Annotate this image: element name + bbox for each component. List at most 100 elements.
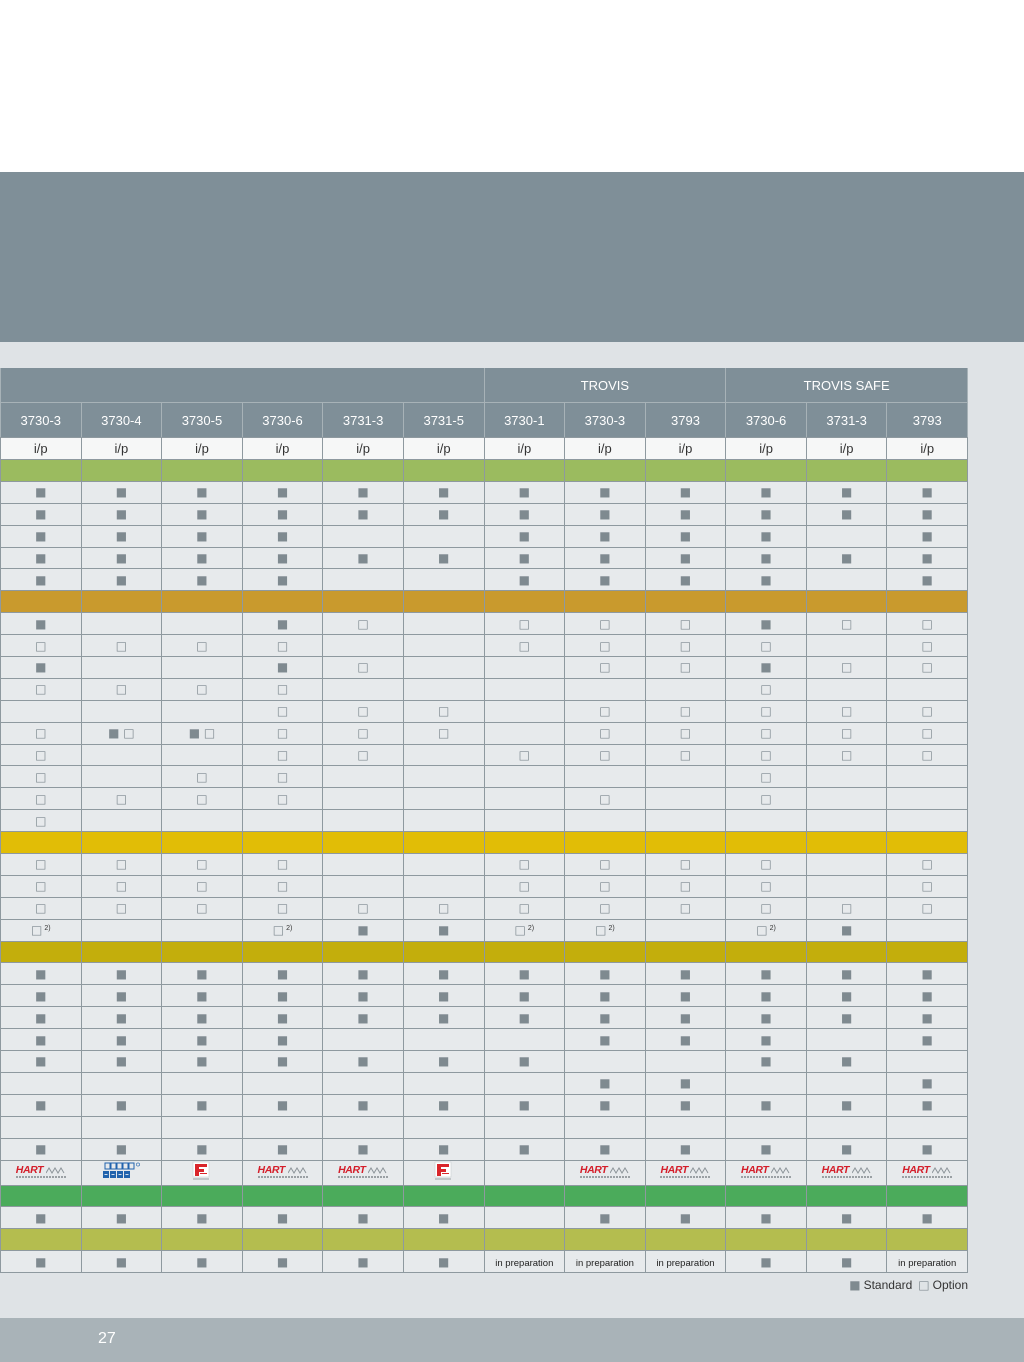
table-cell: □ [0, 634, 82, 658]
option-mark: □ [679, 879, 692, 894]
standard-mark: ■ [196, 1254, 208, 1269]
table-cell [322, 1028, 404, 1052]
section-band-2 [0, 590, 969, 614]
hart-logo-waves [287, 1167, 306, 1175]
table-cell [402, 1071, 485, 1095]
table-cell: ■ [402, 1050, 485, 1073]
option-mark: □ [35, 857, 47, 872]
table-cell: □ [402, 721, 485, 745]
standard-mark: ■ [599, 966, 611, 981]
section-band-cell [644, 1228, 727, 1252]
standard-mark: ■ [357, 1142, 369, 1157]
option-mark: □ [518, 901, 530, 916]
option-legend-mark: □ [918, 1278, 930, 1292]
standard-mark: ■ [518, 988, 530, 1003]
table-cell: ■ [80, 1028, 163, 1052]
table-cell: ■ [322, 1050, 404, 1073]
table-cell: ■ [322, 1137, 404, 1161]
option-mark: □ [35, 791, 47, 806]
table-cell [161, 918, 243, 942]
option-mark: □ [518, 638, 530, 653]
table-cell: ■ [0, 1250, 82, 1274]
table-cell: ■ [886, 524, 969, 548]
table-cell: ■ [805, 1050, 888, 1073]
table-cell: ■ [0, 1006, 82, 1030]
model-header-3: 3730-5 [161, 402, 243, 438]
option-mark: □ [760, 791, 772, 806]
standard-mark: ■ [679, 572, 692, 587]
table-cell: □ [161, 634, 243, 658]
table-cell: □ [80, 634, 163, 658]
table-cell: HART [564, 1159, 646, 1186]
table-cell: □ [483, 634, 566, 658]
table-cell: in preparation [644, 1250, 727, 1274]
hart-logo-subtitle [15, 1176, 66, 1179]
group-header-row: TROVIS TROVIS SAFE [0, 368, 969, 403]
standard-mark: ■ [840, 485, 853, 500]
table-cell [80, 809, 163, 833]
table-row: ■ ■ ■ ■ ■ ■ ■ ■ ■ [0, 568, 969, 592]
table-cell: □ [564, 612, 646, 636]
section-band-cell [402, 590, 485, 614]
hart-logo-lettering: HART [338, 1164, 366, 1177]
table-cell: □ [644, 743, 727, 767]
table-cell: □ [564, 656, 646, 679]
table-cell: ■ [322, 546, 404, 570]
section-band-cell [161, 831, 243, 855]
section-band-cell [0, 459, 82, 482]
table-cell: □ [161, 787, 243, 811]
standard-legend-mark: ■ [849, 1278, 861, 1292]
table-cell: □ [725, 765, 807, 789]
signal-cell: i/p [805, 437, 888, 460]
section-band-cell [80, 940, 163, 964]
table-cell: □ [886, 656, 969, 679]
table-cell [161, 612, 243, 636]
table-cell: □ [564, 853, 646, 876]
table-cell: ■ [886, 984, 969, 1008]
table-cell [322, 874, 404, 898]
option-mark: □ [921, 748, 933, 763]
table-row: □ □ □ □ □ [0, 677, 969, 701]
table-cell: ■ [564, 1071, 646, 1095]
table-cell: ■ [241, 1137, 324, 1161]
table-cell [564, 809, 646, 833]
section-band-cell [161, 940, 243, 964]
standard-mark: ■ [35, 551, 47, 565]
standard-mark: ■ [840, 988, 853, 1003]
standard-mark: ■ [357, 966, 369, 981]
standard-mark: ■ [276, 1254, 289, 1269]
standard-mark: ■ [35, 988, 47, 1003]
option-mark: □ [272, 923, 285, 938]
table-cell: ■ [805, 546, 888, 570]
section-band-cell [322, 1184, 404, 1208]
standard-mark: ■ [438, 485, 450, 500]
table-cell: □ [0, 896, 82, 920]
table-cell [80, 1115, 163, 1139]
table-cell: □ [644, 612, 727, 636]
standard-mark: ■ [679, 1032, 692, 1047]
table-cell: □ [725, 853, 807, 876]
table-cell: ■ [402, 1006, 485, 1030]
table-cell: □ 2) [564, 918, 646, 942]
table-cell: ■ [725, 502, 807, 526]
table-cell: ■ [80, 524, 163, 548]
model-header-row: 3730-3 3730-4 3730-5 3730-6 3731-3 3731-5 3730… [0, 402, 969, 438]
option-mark: □ [115, 901, 128, 916]
table-cell [161, 1115, 243, 1139]
standard-mark: ■ [760, 966, 772, 981]
option-mark: □ [599, 704, 611, 719]
option-mark: □ [196, 879, 208, 894]
table-cell: ■ [161, 962, 243, 986]
table-cell: ■ [402, 962, 485, 986]
standard-mark: ■ [679, 988, 692, 1003]
table-cell: □ [0, 787, 82, 811]
section-band-cell [483, 940, 566, 964]
standard-mark: ■ [35, 616, 47, 631]
table-cell: ■ [805, 1006, 888, 1030]
page-number: 27 [98, 1330, 116, 1347]
hart-logo-waves [690, 1167, 709, 1175]
table-cell: □ [564, 743, 646, 767]
section-band-cell [483, 459, 566, 482]
table-cell: ■ [805, 502, 888, 526]
fieldbus-logo-graphic [434, 1161, 452, 1179]
